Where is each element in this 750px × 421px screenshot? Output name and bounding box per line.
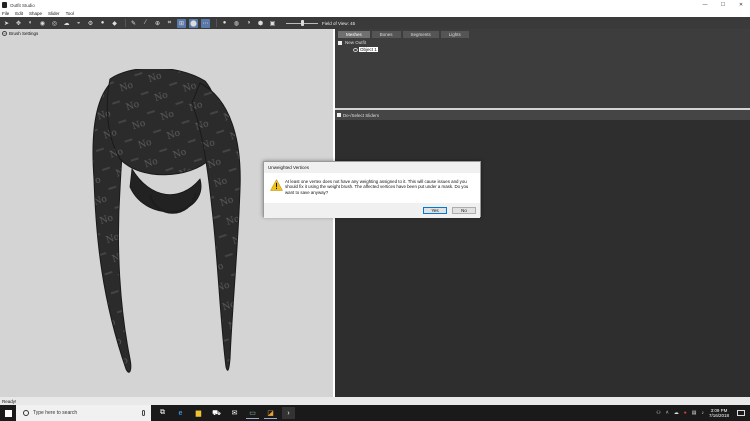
snapshot-icon[interactable]: ▣ <box>268 19 277 28</box>
dialog-message: At least one vertex does not have any we… <box>285 179 469 195</box>
brush-move-icon[interactable]: ☁ <box>62 19 71 28</box>
clock-date: 7/16/2018 <box>708 413 729 418</box>
network-icon[interactable]: ▤ <box>692 410 697 416</box>
no-button[interactable]: No <box>452 207 476 214</box>
dialog-body: At least one vertex does not have any we… <box>264 173 480 203</box>
windows-icon <box>4 409 12 417</box>
edge-icon[interactable]: e <box>174 407 187 419</box>
taskbar: Type here to search ⧉ e ▆ ⛟ ✉ ▭ ◪ › ⚇ ˄ … <box>0 405 750 421</box>
mail-icon[interactable]: ✉ <box>228 407 241 419</box>
close-button[interactable]: ✕ <box>732 0 750 10</box>
tab-bones[interactable]: Bones <box>371 31 401 38</box>
edge-mode-icon[interactable]: ⊕ <box>153 19 162 28</box>
brush-mask-icon[interactable]: ◐ <box>26 19 35 28</box>
menu-file[interactable]: File <box>2 11 9 16</box>
sliders-header-label: De-/Select Sliders <box>343 112 380 118</box>
brush-settings-label: Brush Settings <box>9 31 39 36</box>
brush-alpha-icon[interactable]: ◆ <box>110 19 119 28</box>
toolbar-separator <box>125 19 126 27</box>
brush-weight-icon[interactable]: ⚙ <box>86 19 95 28</box>
file-explorer-icon[interactable]: ▆ <box>192 407 205 419</box>
minimize-button[interactable]: — <box>696 0 714 10</box>
microphone-icon[interactable] <box>142 410 145 416</box>
app-logo-icon <box>2 2 7 8</box>
shading-icon[interactable]: ◍ <box>232 19 241 28</box>
fov-slider[interactable] <box>286 19 318 27</box>
tree-root[interactable]: New Outfit <box>338 39 378 46</box>
panel-tabs: Meshes Bones Segments Lights <box>338 31 471 38</box>
search-placeholder: Type here to search <box>33 410 78 416</box>
menu-edit[interactable]: Edit <box>15 11 23 16</box>
taskbar-search[interactable]: Type here to search <box>16 405 151 421</box>
unweighted-vertices-dialog: Unweighted Vertices At least one vertex … <box>263 161 481 218</box>
eye-icon[interactable] <box>353 47 358 52</box>
select-tool-icon[interactable]: ➤ <box>2 19 11 28</box>
pick-tool-icon[interactable]: ✎ <box>129 19 138 28</box>
notification-icon[interactable] <box>737 410 745 416</box>
texture-mode-icon[interactable]: ⋯ <box>201 18 210 28</box>
transform-tool-icon[interactable]: ✥ <box>14 19 23 28</box>
cortana-icon <box>23 410 29 416</box>
tree-toggle-icon[interactable] <box>338 40 342 45</box>
fov-slider-thumb[interactable] <box>300 20 304 26</box>
tab-meshes[interactable]: Meshes <box>338 31 370 38</box>
yes-button[interactable]: Yes <box>423 207 447 214</box>
menu-shape[interactable]: Shape <box>29 11 42 16</box>
vertex-mode-icon[interactable]: ⁄ <box>141 19 150 28</box>
bone-mode-icon[interactable]: ⊞ <box>177 18 186 28</box>
brush-settings-toggle[interactable]: − Brush Settings <box>2 31 38 36</box>
dialog-footer: Yes No <box>264 203 480 218</box>
system-tray: ⚇ ˄ ☁ ● ▤ ♪ 3:09 PM 7/16/2018 <box>656 405 750 421</box>
terminal-icon[interactable]: › <box>282 407 295 419</box>
app-icon[interactable]: ▭ <box>246 407 259 419</box>
brush-color-icon[interactable]: ● <box>98 19 107 28</box>
brush-inflate-icon[interactable]: ◉ <box>38 19 47 28</box>
meshes-panel: Meshes Bones Segments Lights New Outfit … <box>335 29 750 108</box>
task-view-icon[interactable]: ⧉ <box>156 407 169 419</box>
menu-bar: File Edit Shape Slider Tool <box>0 10 750 17</box>
maximize-button[interactable]: ☐ <box>714 0 732 10</box>
store-icon[interactable]: ⛟ <box>210 407 223 419</box>
volume-icon[interactable]: ♪ <box>701 410 704 416</box>
sliders-panel: De-/Select Sliders <box>335 110 750 397</box>
status-bar: Ready! <box>0 397 750 405</box>
toolbar-separator <box>216 19 217 27</box>
chevron-up-icon[interactable]: ˄ <box>666 410 669 416</box>
status-text: Ready! <box>2 398 17 404</box>
face-mode-icon[interactable]: ⌗ <box>165 19 174 28</box>
camera-icon[interactable]: ⬢ <box>256 19 265 28</box>
window-controls: — ☐ ✕ <box>696 0 750 10</box>
brush-deflate-icon[interactable]: ◎ <box>50 19 59 28</box>
title-bar: Outfit Studio — ☐ ✕ <box>0 0 750 10</box>
menu-slider[interactable]: Slider <box>48 11 60 16</box>
outfit-studio-icon[interactable]: ◪ <box>264 407 277 419</box>
hair-mesh-model[interactable]: No <box>80 69 260 389</box>
onedrive-icon[interactable]: ☁ <box>674 410 679 416</box>
fov-label: Field of View: 45 <box>322 20 356 26</box>
people-icon[interactable]: ⚇ <box>656 410 660 416</box>
mesh-tree: New Outfit Object 1 <box>338 39 378 53</box>
start-button[interactable] <box>0 405 16 421</box>
tree-item-object[interactable]: Object 1 <box>353 46 378 53</box>
brush-smooth-icon[interactable]: ◒ <box>74 19 83 28</box>
dialog-title: Unweighted Vertices <box>268 165 310 170</box>
antivirus-icon[interactable]: ● <box>684 410 687 416</box>
menu-tool[interactable]: Tool <box>66 11 74 16</box>
collapse-icon[interactable]: − <box>2 31 7 36</box>
tab-segments[interactable]: Segments <box>402 31 439 38</box>
light-mode-icon[interactable]: ⬤ <box>189 18 198 28</box>
tab-lights[interactable]: Lights <box>440 31 469 38</box>
tree-root-label: New Outfit <box>345 40 367 45</box>
clock[interactable]: 3:09 PM 7/16/2018 <box>709 408 729 419</box>
window-title: Outfit Studio <box>10 2 35 8</box>
warning-icon <box>270 179 283 191</box>
tree-item-label: Object 1 <box>359 47 378 52</box>
select-sliders-checkbox[interactable] <box>337 113 341 117</box>
visibility-icon[interactable]: ◑ <box>244 19 253 28</box>
wireframe-icon[interactable]: ● <box>220 19 229 28</box>
sliders-header[interactable]: De-/Select Sliders <box>335 110 750 120</box>
toolbar: ➤ ✥ ◐ ◉ ◎ ☁ ◒ ⚙ ● ◆ ✎ ⁄ ⊕ ⌗ ⊞ ⬤ ⋯ ● ◍ ◑ … <box>0 17 750 29</box>
